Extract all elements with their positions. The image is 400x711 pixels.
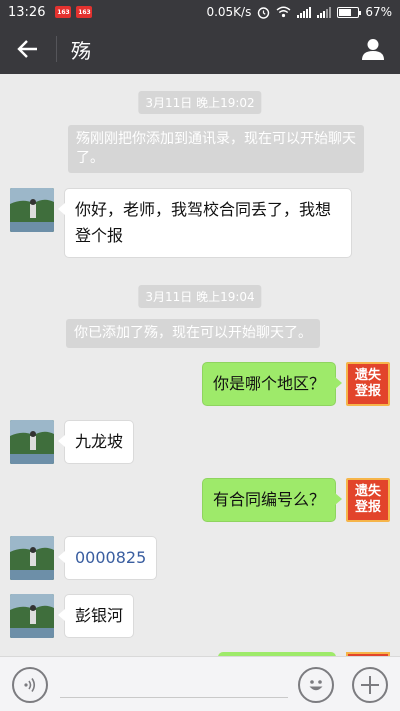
status-bar: 13:26 163 163 0.05K/s 67% (0, 0, 400, 24)
battery-percent: 67% (365, 5, 392, 19)
person-icon (362, 39, 384, 60)
received-message[interactable]: 九龙坡 (57, 420, 135, 464)
status-time: 13:26 (8, 4, 46, 20)
system-notice: 殇刚刚把你添加到通讯录，现在可以开始聊天了。 (68, 125, 364, 173)
avatar[interactable] (10, 420, 54, 464)
title-bar: 殇 (0, 24, 400, 74)
back-button[interactable] (0, 24, 56, 74)
lost-notice-avatar[interactable]: 遗失 登报 (346, 478, 390, 522)
sent-message[interactable]: 有合同编号么？ (201, 478, 343, 522)
notification-icon: 163 (55, 6, 72, 18)
message-input[interactable] (60, 697, 288, 698)
received-message[interactable]: 0000825 (57, 536, 158, 580)
plus-icon (361, 676, 379, 694)
sent-message[interactable]: 你是哪个地区？ (201, 362, 343, 406)
contact-info-button[interactable] (346, 24, 400, 74)
avatar[interactable] (10, 594, 54, 638)
notification-icon: 163 (76, 6, 93, 18)
signal-icon (317, 6, 332, 18)
wifi-icon (276, 6, 291, 18)
timestamp: 3月11日 晚上19:02 (138, 91, 262, 114)
message-list[interactable]: 3月11日 晚上19:02 殇刚刚把你添加到通讯录，现在可以开始聊天了。 你好，… (0, 74, 400, 656)
timestamp: 3月11日 晚上19:04 (138, 285, 262, 308)
input-bar (0, 656, 400, 711)
system-notice: 你已添加了殇，现在可以开始聊天了。 (66, 319, 320, 348)
lost-notice-avatar[interactable]: 遗失 登报 (346, 362, 390, 406)
title-divider (56, 36, 57, 62)
voice-icon (24, 678, 36, 692)
stamp-text: 登报 (354, 384, 381, 399)
stamp-text: 遗失 (354, 368, 381, 383)
more-button[interactable] (352, 667, 388, 703)
avatar[interactable] (10, 188, 54, 232)
smiley-icon (309, 680, 323, 691)
received-message[interactable]: 彭银河 (57, 594, 135, 638)
stamp-text: 遗失 (354, 484, 381, 499)
emoji-button[interactable] (298, 667, 334, 703)
avatar[interactable] (10, 536, 54, 580)
battery-icon (337, 6, 362, 18)
chat-title: 殇 (71, 38, 91, 63)
signal-icon (297, 6, 312, 18)
stamp-text: 登报 (354, 500, 381, 515)
voice-button[interactable] (12, 667, 48, 703)
alarm-icon (258, 6, 270, 19)
back-arrow-icon (17, 40, 37, 58)
network-speed: 0.05K/s (206, 5, 252, 19)
received-message[interactable]: 你好，老师，我驾校合同丢了，我想登个报 (58, 188, 352, 258)
